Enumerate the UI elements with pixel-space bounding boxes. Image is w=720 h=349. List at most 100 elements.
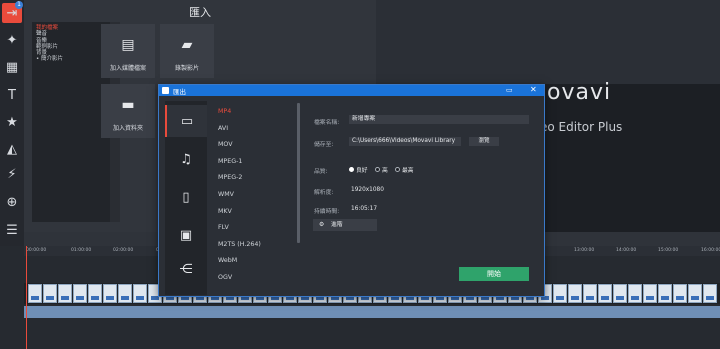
titles-tool-button[interactable]: T [2,85,22,105]
format-item[interactable]: MP4 [218,108,231,115]
folder-icon: ▬ [121,97,135,113]
format-item[interactable]: MKV [218,208,232,215]
playhead[interactable] [26,246,27,349]
close-icon[interactable]: ✕ [530,85,537,94]
zoom-icon: ⊕ [6,194,18,210]
resolution-label: 解析度: [314,190,334,196]
brand-subtitle: eo Editor Plus [540,120,623,134]
format-item[interactable]: OGV [218,274,232,281]
import-panel-title: 匯入 [189,6,211,19]
clip-frame [628,284,642,303]
format-list: MP4 AVI MOV MPEG-1 MPEG-2 WMV MKV FLV M2TS (H.26… [214,103,294,295]
text-icon: T [8,87,16,103]
magic-tool-button[interactable]: ✦ [2,30,22,50]
stickers-tool-button[interactable]: ★ [2,112,22,132]
format-item[interactable]: FLV [218,224,229,231]
export-type-devices[interactable]: ▯ [165,181,207,213]
add-folder-button[interactable]: ▬ 加入資料夾 [101,84,155,138]
export-type-tv[interactable]: ▣ [165,219,207,251]
run-icon: ⚡ [7,166,17,182]
browse-button[interactable]: 瀏覽 [469,137,499,146]
file-name-label: 檔案名稱: [314,120,340,126]
export-type-list: ▭ ♫ ▯ ▣ ⋲ [165,101,207,295]
brand-logo-text: ovavi [547,80,612,105]
export-type-video[interactable]: ▭ [165,105,207,137]
radio-dot [395,167,400,172]
ruler-tick-label: 16:00:00 [701,248,720,253]
clip-frame [643,284,657,303]
import-tool-button[interactable]: ⇥ 1 [2,1,23,23]
save-to-label: 儲存至: [314,142,334,148]
dialog-titlebar: 匯出 ▭ ✕ [159,85,544,96]
export-type-share[interactable]: ⋲ [165,253,207,285]
clip-frame [43,284,57,303]
clip-frame [598,284,612,303]
ruler-tick-label: 02:00:00 [113,248,134,253]
quality-highest-radio[interactable]: 最高 [395,165,414,174]
clip-frame [28,284,42,303]
quality-good-radio[interactable]: 良好 [349,165,368,174]
devices-icon: ▯ [182,189,190,205]
record-video-button[interactable]: ▰ 錄製影片 [160,24,214,78]
notification-badge: 1 [15,1,23,9]
format-item[interactable]: MPEG-2 [218,174,242,181]
list-icon: ☰ [6,222,18,238]
start-export-button[interactable]: 開始 [459,267,529,281]
clip-frame [103,284,117,303]
shapes-icon: ◭ [7,141,17,157]
clip-frame [583,284,597,303]
app-icon [162,87,169,94]
clip-frame [673,284,687,303]
clip-frame [553,284,567,303]
zoom-tool-button[interactable]: ⊕ [2,192,22,212]
clip-frame [133,284,147,303]
dialog-title: 匯出 [173,88,186,96]
import-category-list: 我的檔案 聲音 音樂 範例影片 背景 • 簡介影片 [32,22,110,222]
export-dialog: 匯出 ▭ ✕ ▭ ♫ ▯ ▣ ⋲ MP4 AVI MOV MPEG-1 MPEG-2 WMV MKV… [158,84,545,297]
clip-frame [118,284,132,303]
filters-tool-button[interactable]: ▦ [2,57,22,77]
duration-value: 16:05:17 [351,206,378,212]
clip-frame [88,284,102,303]
radio-dot [349,167,354,172]
file-name-input[interactable]: 新增專案 [349,115,529,124]
quality-high-radio[interactable]: 高 [375,165,388,174]
advanced-button[interactable]: ⚙ 進階 [313,219,377,231]
clip-frame [73,284,87,303]
category-item[interactable]: • 簡介影片 [36,56,106,62]
audio-waveform[interactable] [24,306,720,318]
quality-label: 品質: [314,169,328,175]
music-icon: ♫ [180,151,192,167]
format-item[interactable]: M2TS (H.264) [218,241,261,248]
clip-frame [568,284,582,303]
camera-icon: ▰ [181,37,193,53]
motion-tool-button[interactable]: ⚡ [2,164,22,184]
format-scrollbar[interactable] [297,103,300,243]
add-media-files-button[interactable]: ▤ 加入媒體檔案 [101,24,155,78]
ruler-tick-label: 01:00:00 [71,248,92,253]
preview-header [377,0,720,84]
clip-frame [703,284,717,303]
transitions-tool-button[interactable]: ◭ [2,139,22,159]
resolution-value: 1920x1080 [351,187,384,193]
tv-icon: ▣ [179,227,193,243]
format-item[interactable]: MPEG-1 [218,158,242,165]
video-export-icon: ▭ [180,113,194,129]
restore-icon[interactable]: ▭ [506,86,513,94]
share-icon: ⋲ [179,261,193,277]
add-media-icon: ▤ [121,37,135,53]
ruler-tick-label: 13:00:00 [574,248,595,253]
format-item[interactable]: WMV [218,191,234,198]
gear-icon: ⚙ [319,222,325,228]
format-item[interactable]: WebM [218,257,237,264]
format-item[interactable]: AVI [218,125,228,132]
star-icon: ★ [6,114,18,130]
more-tool-button[interactable]: ☰ [2,220,22,240]
export-settings: 檔案名稱: 新增專案 儲存至: C:\Users\666\Videos\Mova… [309,103,539,293]
filmstrip-icon: ▦ [5,59,19,75]
clip-frame [613,284,627,303]
export-type-audio[interactable]: ♫ [165,143,207,175]
format-item[interactable]: MOV [218,141,233,148]
save-path-input[interactable]: C:\Users\666\Videos\Movavi Library [349,137,461,146]
clip-frame [658,284,672,303]
